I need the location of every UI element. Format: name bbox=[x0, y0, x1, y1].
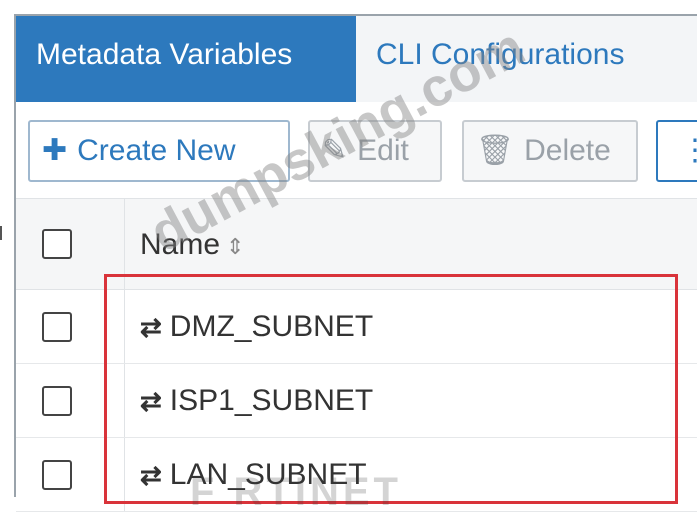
create-new-label: Create New bbox=[77, 134, 236, 167]
row-checkbox[interactable] bbox=[42, 386, 72, 416]
delete-label: Delete bbox=[524, 134, 611, 167]
edge-mark bbox=[0, 226, 6, 240]
sort-icon[interactable]: ⇕ bbox=[226, 234, 244, 259]
select-all-checkbox[interactable] bbox=[42, 229, 72, 259]
more-options-button[interactable]: ⋮ bbox=[656, 120, 697, 182]
trash-icon: 🗑 bbox=[476, 134, 515, 167]
tab-metadata-variables[interactable]: Metadata Variables bbox=[16, 16, 356, 102]
logo-watermark: F RTINET bbox=[190, 470, 402, 514]
plus-icon: ✚ bbox=[42, 134, 68, 167]
tab-bar: Metadata Variables CLI Configurations bbox=[16, 16, 697, 103]
row-checkbox[interactable] bbox=[42, 312, 72, 342]
delete-button[interactable]: 🗑 Delete bbox=[462, 120, 638, 182]
row-checkbox[interactable] bbox=[42, 460, 72, 490]
